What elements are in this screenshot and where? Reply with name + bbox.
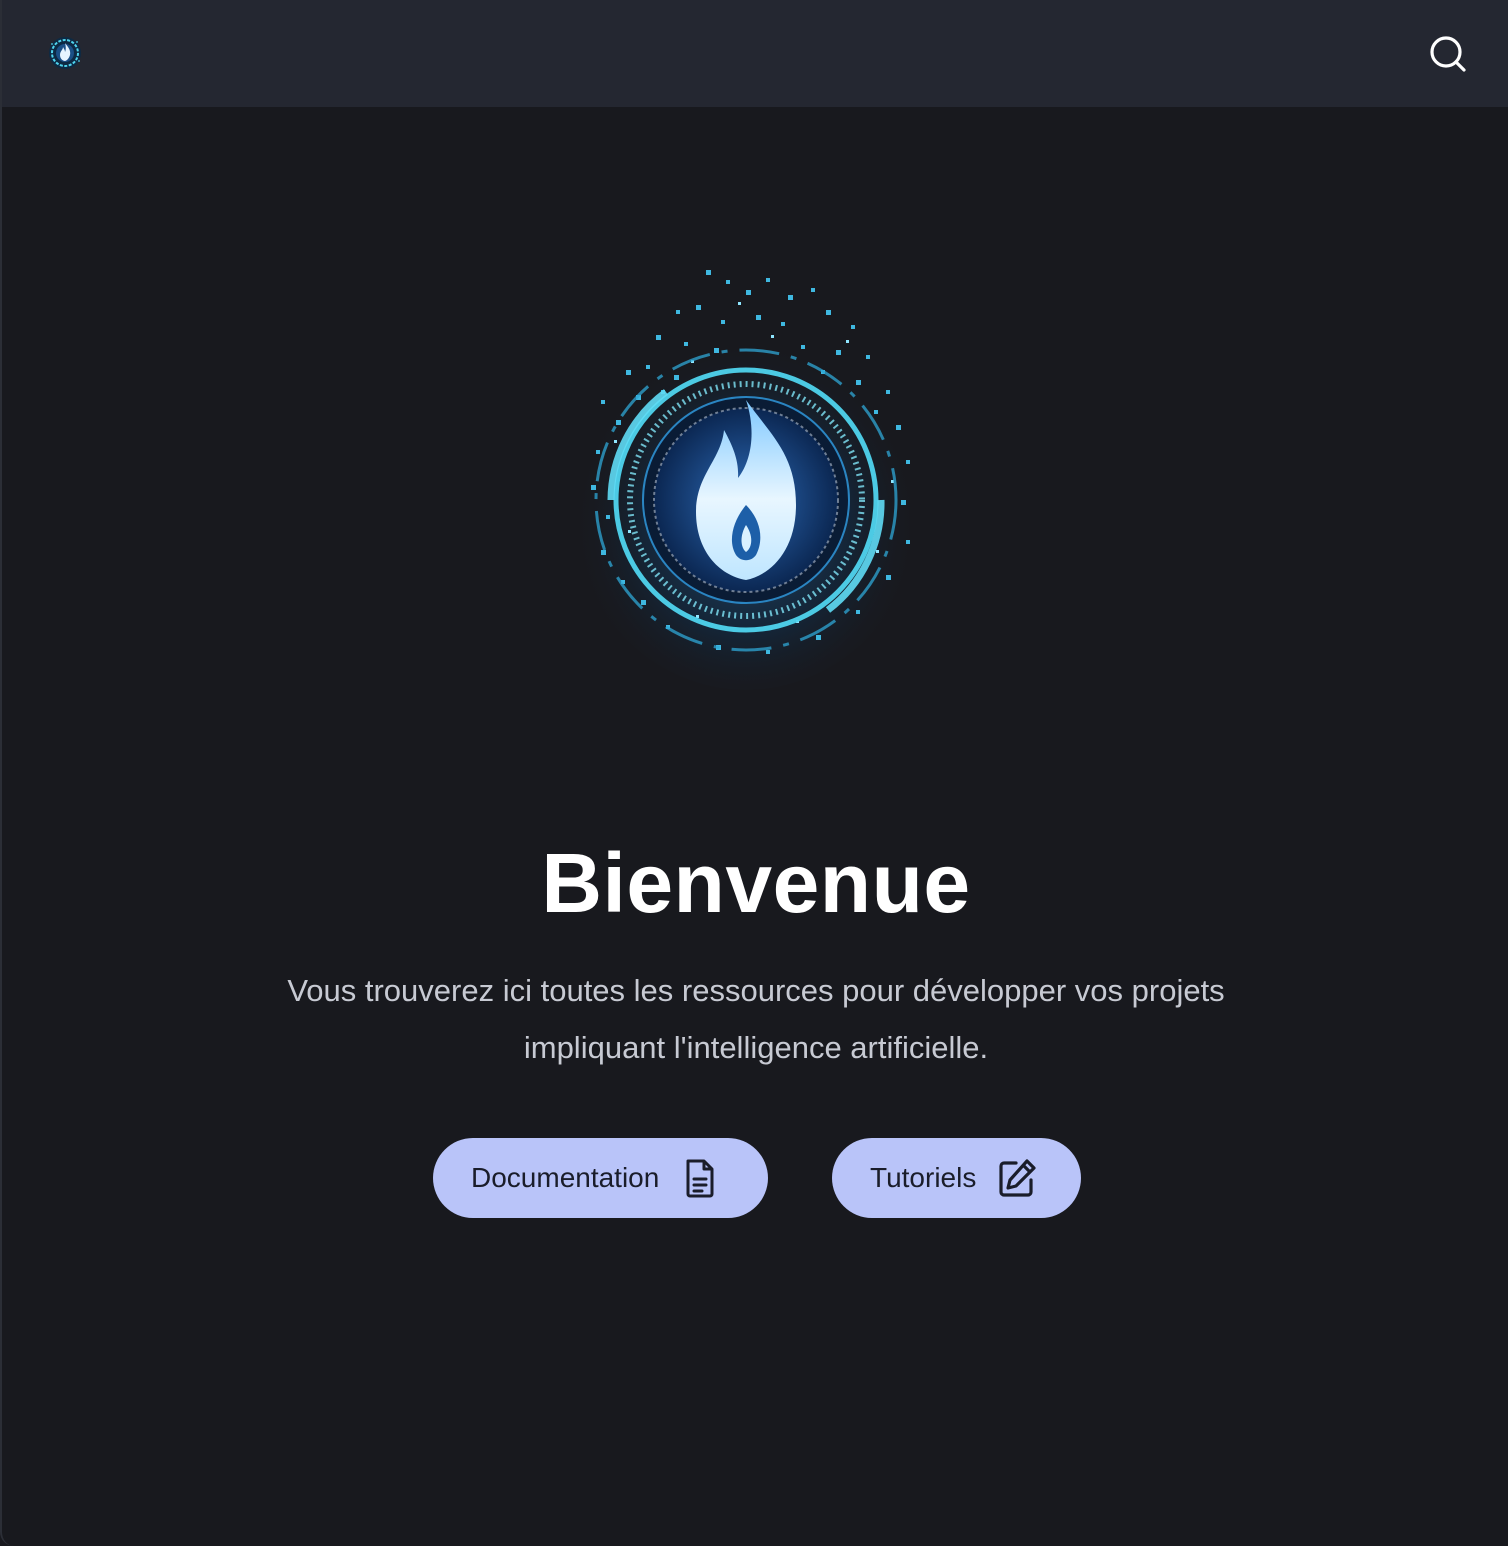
flame-logo-icon bbox=[49, 37, 81, 69]
top-navbar bbox=[2, 0, 1508, 107]
tutorials-button-label: Tutoriels bbox=[870, 1162, 977, 1193]
hero-logo-image bbox=[556, 250, 946, 690]
tutorials-button[interactable]: Tutoriels bbox=[832, 1138, 1081, 1218]
documentation-button[interactable]: Documentation bbox=[433, 1138, 768, 1218]
page: Bienvenue Vous trouverez ici toutes les … bbox=[0, 0, 1508, 1546]
search-button[interactable] bbox=[1424, 31, 1470, 77]
edit-icon bbox=[996, 1157, 1038, 1199]
documentation-button-label: Documentation bbox=[471, 1162, 660, 1193]
flame-circle-logo bbox=[571, 270, 921, 690]
home-logo-link[interactable] bbox=[46, 34, 84, 72]
page-title: Bienvenue bbox=[541, 836, 971, 930]
hero-tagline: Vous trouverez ici toutes les ressources… bbox=[287, 973, 1225, 1065]
document-icon bbox=[679, 1157, 721, 1199]
search-icon bbox=[1430, 36, 1466, 72]
